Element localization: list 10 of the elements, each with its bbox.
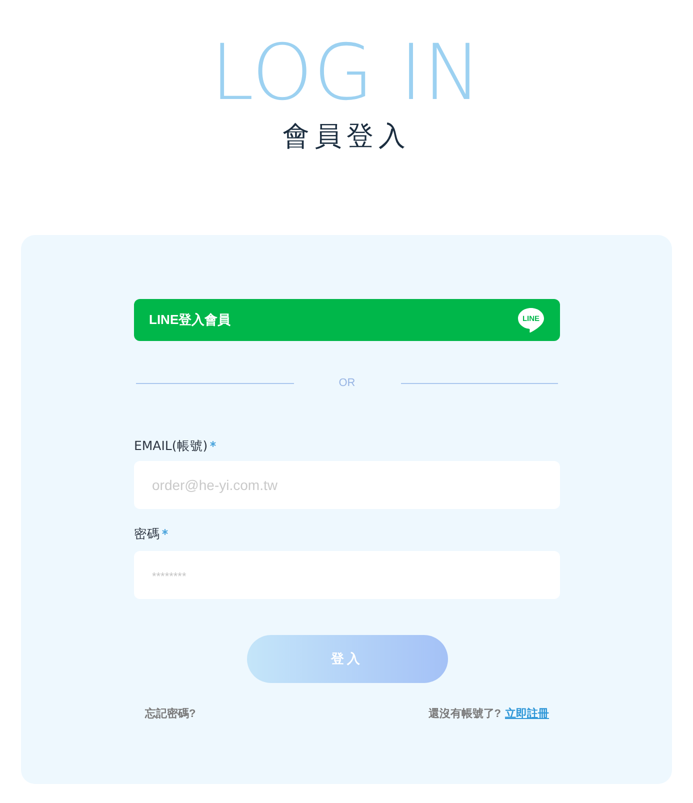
page-subtitle: 會員登入	[282, 121, 410, 153]
field-label: EMAIL(帳號)	[134, 438, 208, 454]
forgot-password-link[interactable]: 忘記密碼?	[145, 706, 196, 722]
signup-prompt: 還沒有帳號了?	[428, 706, 501, 722]
field-label: 密碼	[134, 526, 160, 542]
divider-label: OR	[338, 377, 356, 389]
password-field[interactable]: ********	[134, 551, 560, 599]
page-title: LOG IN	[210, 35, 482, 112]
register-link[interactable]: 立即註冊	[505, 706, 549, 722]
login-button[interactable]: 登入	[246, 635, 448, 683]
